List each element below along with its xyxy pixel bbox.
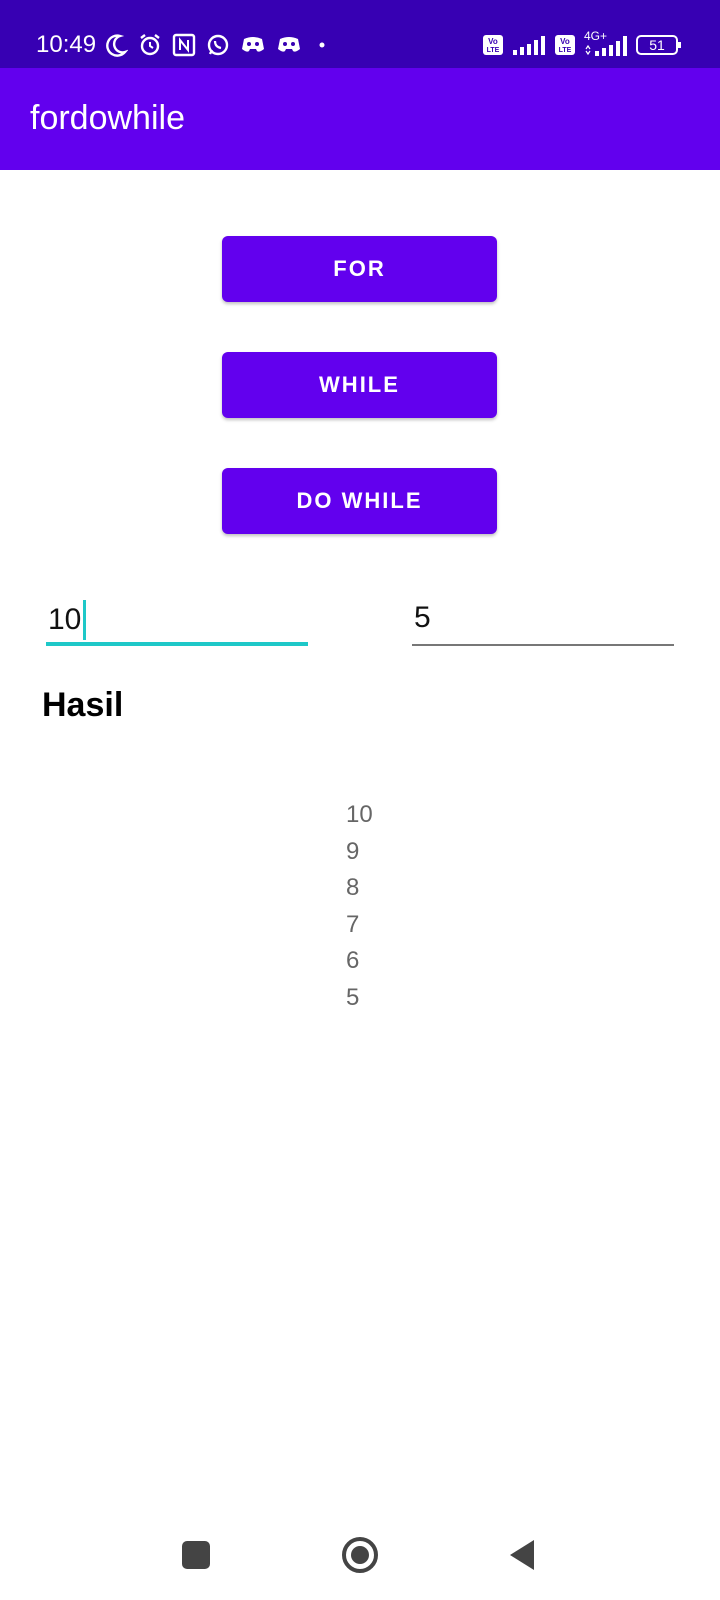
svg-text:Vo: Vo [488,37,498,46]
end-number-value-wrap: 5 [414,600,431,636]
app-bar: fordowhile [0,68,720,170]
volte-icon: Vo LTE [555,35,575,55]
moon-icon [106,34,128,57]
alarm-icon [140,34,160,56]
result-list: 10 9 8 7 6 5 [346,797,406,1017]
result-heading: Hasil [42,686,124,724]
back-triangle-icon[interactable] [508,1538,538,1572]
battery-level: 51 [649,37,665,53]
for-button[interactable]: FOR [222,236,497,302]
end-number-field[interactable]: 5 [412,590,674,646]
signal-icon [513,36,545,55]
result-line: 8 [346,874,360,902]
dot-icon [319,42,325,48]
result-line: 7 [346,910,360,938]
status-bar: 10:49 Vo LTE Vo LTE 4G+ 51 [0,0,720,68]
while-button[interactable]: WHILE [222,352,497,418]
recents-square-icon[interactable] [180,1539,212,1571]
volte-icon: Vo LTE [483,35,503,55]
discord-icon [278,37,300,52]
do-while-button[interactable]: DO WHILE [222,468,497,534]
start-number-value-wrap: 10 [48,600,87,640]
app-title: fordowhile [30,99,185,137]
while-button-label: WHILE [319,372,400,397]
result-line: 9 [346,837,360,865]
start-number-underline-focused [46,642,308,646]
result-line: 10 [346,801,373,828]
nfc-icon [172,33,196,57]
network-4g-signal: 4G+ [584,29,628,57]
system-icons: Vo LTE Vo LTE 4G+ 51 [482,29,682,60]
start-number-value: 10 [48,603,82,636]
notification-icons [106,30,332,60]
battery-icon: 51 [636,34,682,56]
discord-icon [242,37,264,52]
status-time: 10:49 [36,31,97,58]
do-while-button-label: DO WHILE [296,488,423,513]
navigation-bar [0,1500,720,1600]
result-line: 5 [346,983,360,1011]
whatsapp-icon [207,34,229,56]
for-button-label: FOR [333,256,386,281]
svg-text:LTE: LTE [487,47,500,54]
home-circle-icon[interactable] [340,1535,380,1575]
start-number-field[interactable]: 10 [46,590,308,646]
end-number-value: 5 [414,601,431,634]
text-cursor [83,600,87,640]
signal-icon [585,36,627,56]
end-number-underline [412,644,674,646]
result-line: 6 [346,947,360,975]
svg-text:LTE: LTE [559,47,572,54]
svg-text:Vo: Vo [560,37,570,46]
